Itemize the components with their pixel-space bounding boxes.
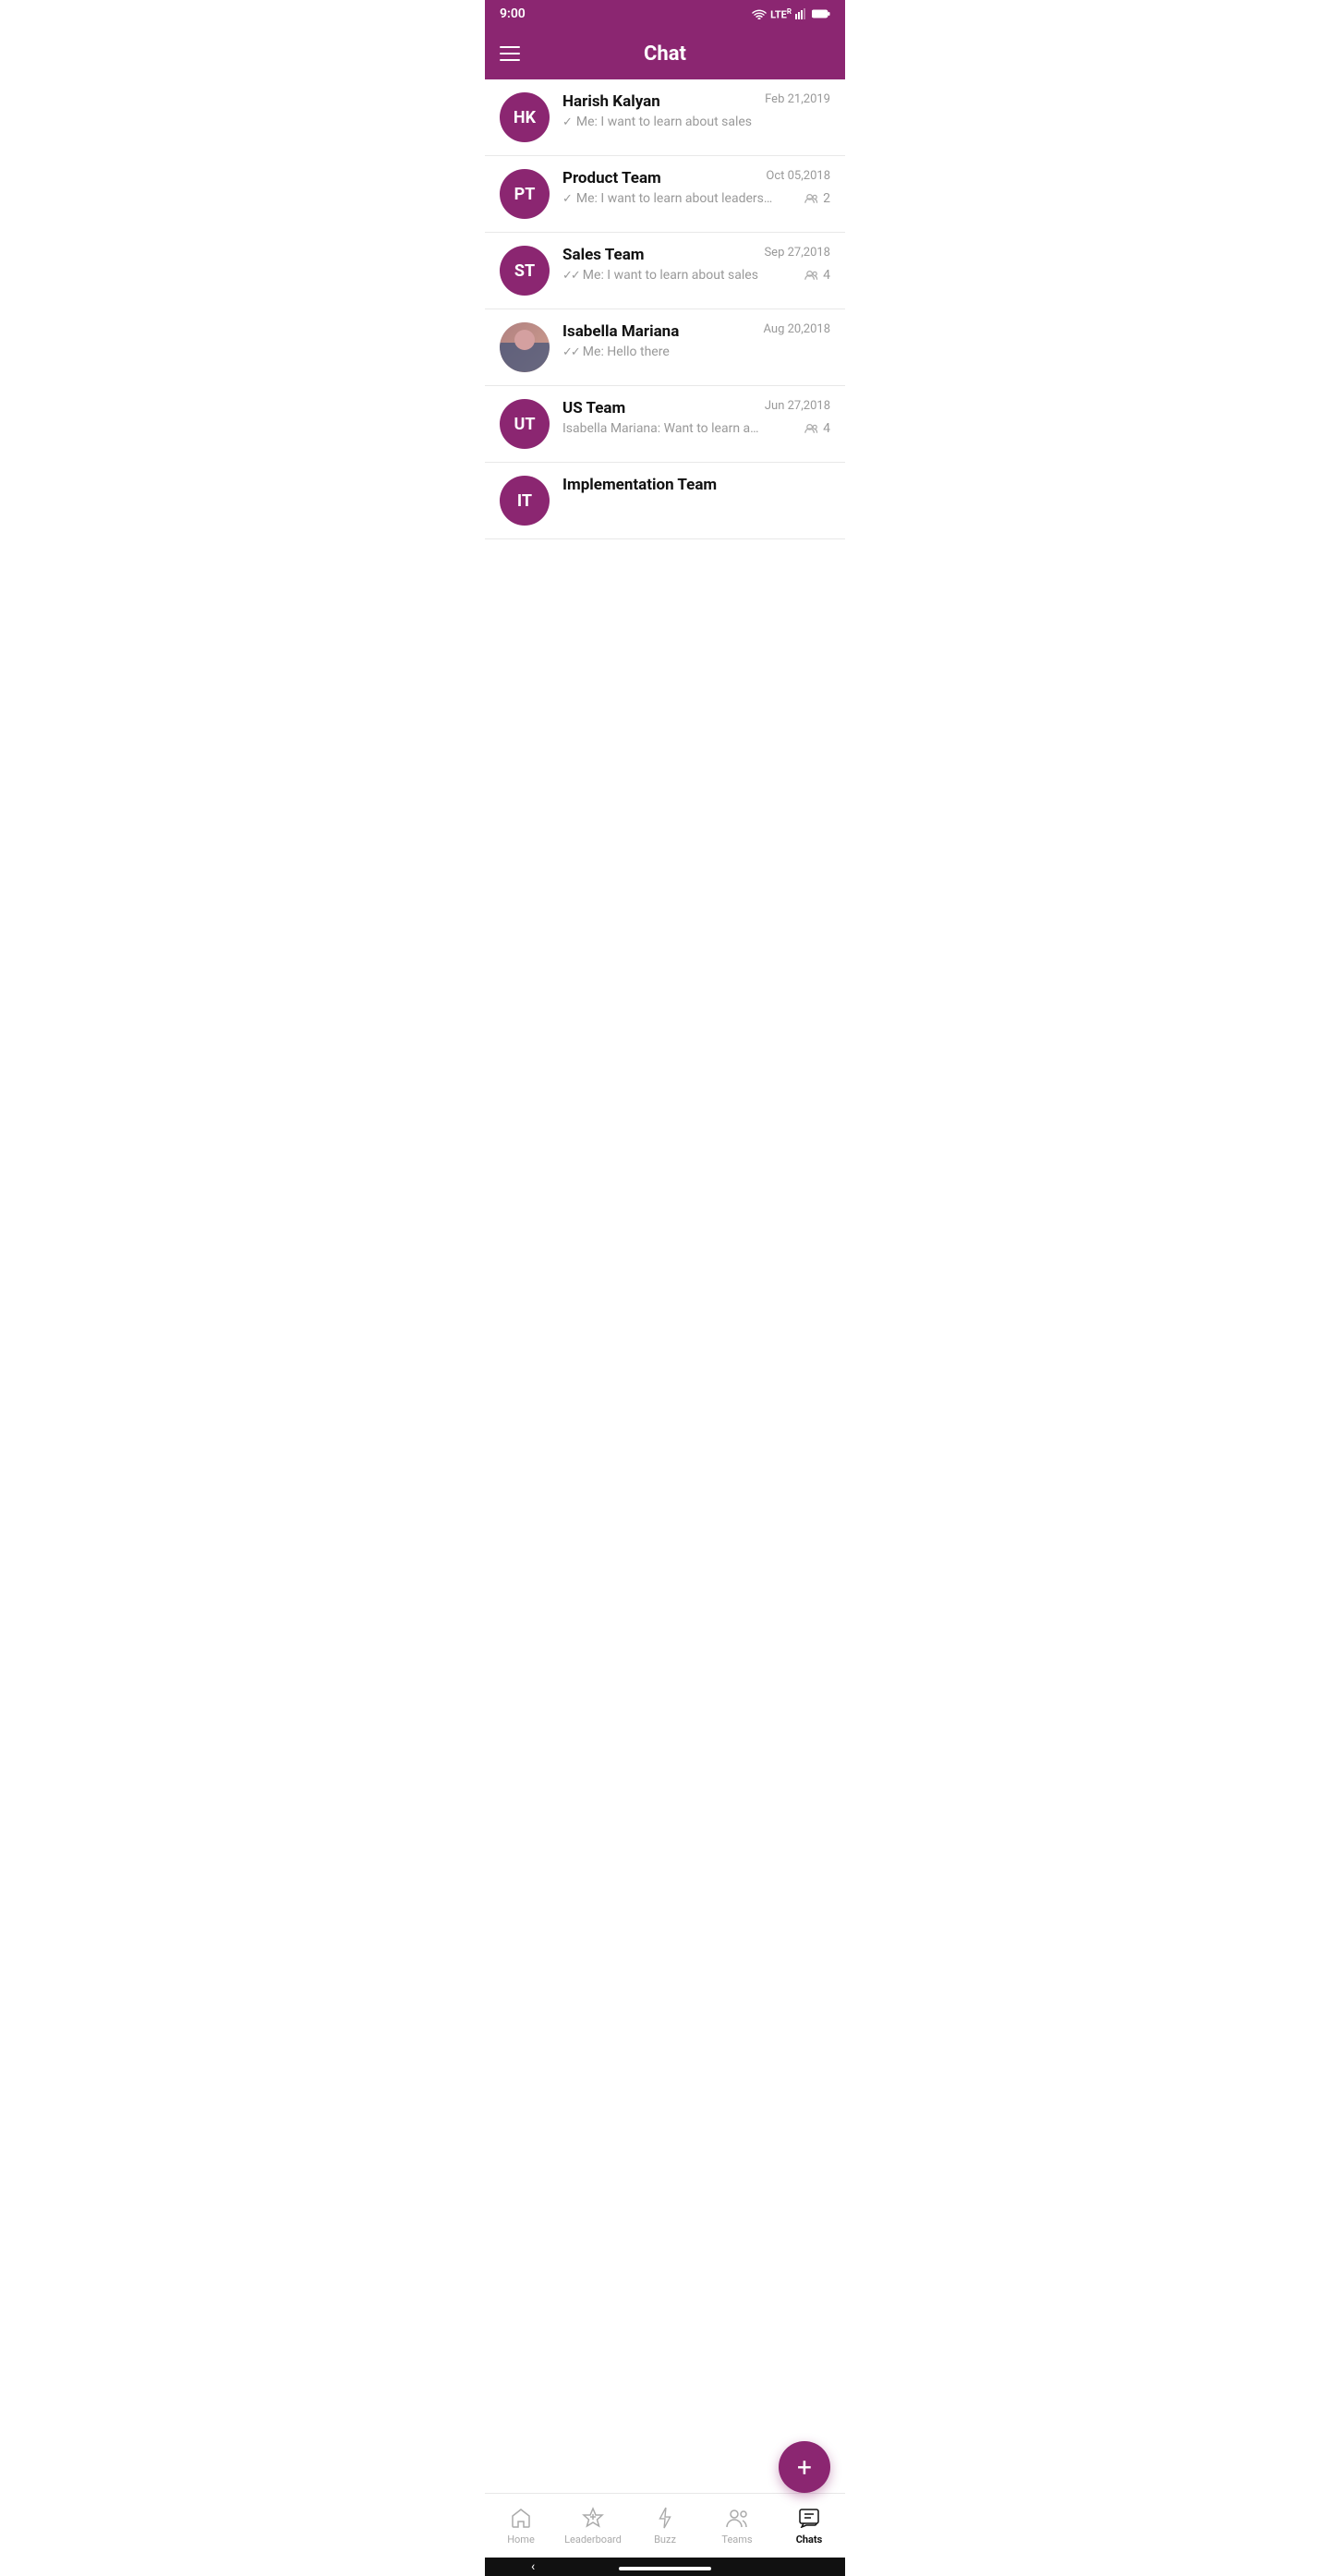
members-icon — [804, 193, 819, 204]
chat-date: Jun 27,2018 — [765, 399, 830, 413]
avatar-harish-kalyan: HK — [500, 92, 550, 142]
chat-date: Sep 27,2018 — [764, 246, 830, 260]
chat-list: HK Harish Kalyan Feb 21,2019 ✓ Me: I wan… — [485, 79, 845, 539]
page-title: Chat — [644, 42, 686, 66]
chat-item-product-team[interactable]: PT Product Team Oct 05,2018 ✓ Me: I want… — [485, 156, 845, 233]
preview-text: Me: I want to learn about sales — [576, 115, 752, 129]
chat-meta: 2 — [804, 191, 830, 206]
preview-text: Me: I want to learn about sales — [583, 268, 758, 283]
chat-content: Isabella Mariana Aug 20,2018 ✓✓ Me: Hell… — [562, 322, 830, 359]
avatar-product-team: PT — [500, 169, 550, 219]
battery-icon — [812, 8, 830, 19]
nav-item-chats[interactable]: Chats — [773, 2494, 845, 2558]
avatar-isabella-mariana — [500, 322, 550, 372]
status-bar: 9:00 LTER — [485, 0, 845, 28]
menu-button[interactable] — [500, 46, 520, 61]
chat-item-harish-kalyan[interactable]: HK Harish Kalyan Feb 21,2019 ✓ Me: I wan… — [485, 79, 845, 156]
chat-content: Sales Team Sep 27,2018 ✓✓ Me: I want to … — [562, 246, 830, 283]
chat-name: Sales Team — [562, 246, 645, 264]
back-button[interactable]: ‹ — [531, 2559, 535, 2574]
double-check-icon: ✓✓ — [562, 345, 579, 359]
preview-text: Isabella Mariana: Want to learn about co… — [562, 421, 766, 436]
chats-icon — [797, 2506, 821, 2530]
nav-label-home: Home — [507, 2534, 535, 2546]
chat-meta: 4 — [804, 268, 830, 283]
teams-icon — [725, 2506, 749, 2530]
status-time: 9:00 — [500, 6, 526, 21]
avatar-sales-team: ST — [500, 246, 550, 296]
avatar-us-team: UT — [500, 399, 550, 449]
chat-item-isabella-mariana[interactable]: Isabella Mariana Aug 20,2018 ✓✓ Me: Hell… — [485, 309, 845, 386]
nav-item-teams[interactable]: Teams — [701, 2494, 773, 2558]
nav-item-buzz[interactable]: Buzz — [629, 2494, 701, 2558]
nav-label-chats: Chats — [796, 2534, 823, 2546]
chat-name: Harish Kalyan — [562, 92, 660, 111]
double-check-icon: ✓✓ — [562, 269, 579, 283]
members-icon — [804, 270, 819, 281]
chat-name: US Team — [562, 399, 625, 417]
check-icon: ✓ — [562, 192, 573, 206]
new-chat-fab[interactable]: + — [779, 2441, 830, 2493]
nav-label-teams: Teams — [721, 2534, 752, 2546]
signal-icon — [795, 8, 808, 19]
chat-date: Aug 20,2018 — [764, 322, 831, 336]
buzz-icon — [653, 2506, 677, 2530]
chat-item-sales-team[interactable]: ST Sales Team Sep 27,2018 ✓✓ Me: I want … — [485, 233, 845, 309]
leaderboard-icon — [581, 2506, 605, 2530]
nav-label-leaderboard: Leaderboard — [564, 2534, 622, 2546]
chat-content: Harish Kalyan Feb 21,2019 ✓ Me: I want t… — [562, 92, 830, 129]
members-icon — [804, 423, 819, 434]
system-bar: ‹ — [485, 2558, 845, 2576]
chat-date: Oct 05,2018 — [766, 169, 830, 183]
chat-date: Feb 21,2019 — [765, 92, 830, 106]
nav-label-buzz: Buzz — [654, 2534, 676, 2546]
chat-name: Implementation Team — [562, 476, 717, 494]
chat-content: US Team Jun 27,2018 Isabella Mariana: Wa… — [562, 399, 830, 436]
nav-item-home[interactable]: Home — [485, 2494, 557, 2558]
chat-content: Product Team Oct 05,2018 ✓ Me: I want to… — [562, 169, 830, 206]
member-count: 4 — [823, 421, 830, 436]
chat-name: Product Team — [562, 169, 661, 187]
avatar-implementation-team: IT — [500, 476, 550, 526]
home-indicator[interactable] — [619, 2567, 711, 2570]
preview-text: Me: Hello there — [583, 345, 670, 359]
home-icon — [509, 2506, 533, 2530]
wifi-icon — [752, 8, 767, 19]
member-count: 2 — [823, 191, 830, 206]
chat-content: Implementation Team — [562, 476, 830, 498]
check-icon: ✓ — [562, 115, 573, 129]
chat-item-us-team[interactable]: UT US Team Jun 27,2018 Isabella Mariana:… — [485, 386, 845, 463]
app-header: Chat — [485, 28, 845, 79]
chat-item-implementation-team[interactable]: IT Implementation Team — [485, 463, 845, 539]
lte-label: LTER — [770, 7, 792, 21]
chat-name: Isabella Mariana — [562, 322, 679, 341]
chat-meta: 4 — [804, 421, 830, 436]
nav-item-leaderboard[interactable]: Leaderboard — [557, 2494, 629, 2558]
bottom-navigation: Home Leaderboard Buzz — [485, 2493, 845, 2558]
preview-text: Me: I want to learn about leadership — [576, 191, 780, 206]
status-icons: LTER — [752, 7, 830, 21]
member-count: 4 — [823, 268, 830, 283]
